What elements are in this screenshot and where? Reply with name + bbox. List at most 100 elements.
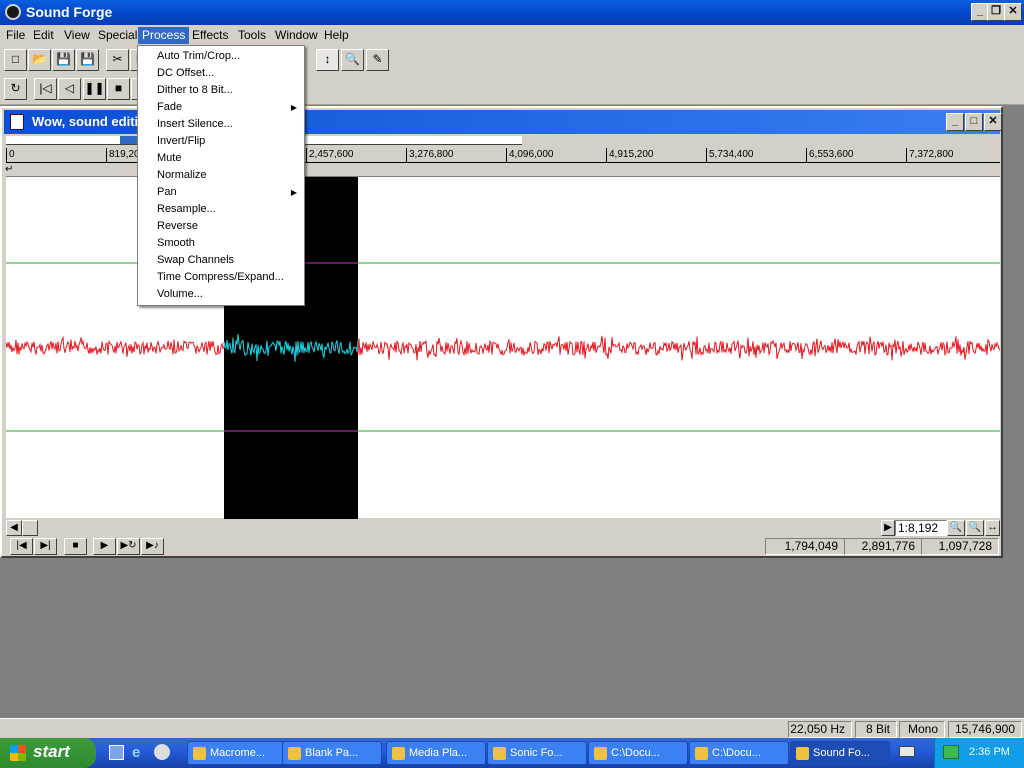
zoom-ratio-field[interactable]: 1:8,192: [895, 520, 947, 536]
ruler-label: 4,915,200: [609, 149, 654, 160]
process-menu-item[interactable]: Resample...: [139, 201, 303, 218]
process-menu-item-label: Resample...: [157, 203, 216, 215]
process-menu-item[interactable]: Pan ▶: [139, 184, 303, 201]
menu-special[interactable]: Special: [94, 27, 141, 44]
taskbar-button[interactable]: Macrome...: [187, 741, 287, 765]
quicklaunch-ie-icon[interactable]: e: [132, 744, 140, 761]
channels: Mono: [899, 721, 945, 738]
taskbar-button[interactable]: Sonic Fo...: [487, 741, 587, 765]
ruler-label: 6,553,600: [809, 149, 854, 160]
stop-button-icon[interactable]: ■: [64, 538, 87, 555]
save-icon[interactable]: 💾: [52, 49, 75, 71]
menu-file[interactable]: File: [2, 27, 29, 44]
zoom-out-icon[interactable]: 🔍: [966, 520, 984, 536]
cut-icon[interactable]: ✂: [106, 49, 129, 71]
play-normal-icon[interactable]: ▶: [93, 538, 116, 555]
taskbar-button-label: C:\Docu...: [712, 747, 761, 759]
sample-rate: 22,050 Hz: [788, 721, 852, 738]
start-button[interactable]: start: [0, 738, 96, 768]
taskbar-button[interactable]: Blank Pa...: [282, 741, 382, 765]
selection-start: 1,794,049: [765, 538, 845, 555]
document-icon: [10, 114, 24, 130]
magnify-tool-icon[interactable]: 🔍: [341, 49, 364, 71]
restore-button[interactable]: ❐: [987, 3, 1005, 21]
taskbar-button-label: Macrome...: [210, 747, 266, 759]
menu-help[interactable]: Help: [320, 27, 353, 44]
taskbar-button-label: Media Pla...: [409, 747, 468, 759]
go-to-start-icon[interactable]: |◀: [10, 538, 33, 555]
marker-icon[interactable]: ↵: [5, 164, 13, 175]
zoom-fit-icon[interactable]: ↔: [985, 520, 1000, 536]
doc-maximize-button[interactable]: □: [965, 113, 983, 131]
taskbar-app-icon: [796, 747, 809, 760]
menu-tools[interactable]: Tools: [234, 27, 270, 44]
pencil-tool-icon[interactable]: ✎: [366, 49, 389, 71]
process-menu-item[interactable]: Insert Silence...: [139, 116, 303, 133]
taskbar-app-icon: [392, 747, 405, 760]
pause-icon[interactable]: ❚❚: [83, 78, 106, 100]
play-marker-icon[interactable]: ▶♪: [141, 538, 164, 555]
sample-count: 15,746,900: [948, 721, 1022, 738]
process-menu-item-label: DC Offset...: [157, 67, 215, 79]
ruler-label: 5,734,400: [709, 149, 754, 160]
new-file-icon[interactable]: □: [4, 49, 27, 71]
process-menu-item[interactable]: Volume...: [139, 286, 303, 303]
process-menu-item[interactable]: Reverse: [139, 218, 303, 235]
taskbar-button[interactable]: C:\Docu...: [588, 741, 688, 765]
rewind-icon[interactable]: ◁: [58, 78, 81, 100]
network-tray-icon[interactable]: [943, 745, 959, 759]
menu-process[interactable]: Process: [138, 27, 190, 44]
menubar: File Edit View Special Process Effects T…: [0, 25, 1024, 45]
ruler-label: 2,457,600: [309, 149, 354, 160]
keyboard-tray-icon[interactable]: [899, 746, 915, 757]
scroll-left-icon[interactable]: ◀: [6, 520, 22, 536]
save-all-icon[interactable]: 💾: [76, 49, 99, 71]
taskbar-button[interactable]: Sound Fo...: [790, 741, 890, 765]
scroll-right-icon[interactable]: ▶: [881, 520, 895, 536]
process-menu-item[interactable]: Smooth: [139, 235, 303, 252]
process-menu-item[interactable]: Fade ▶: [139, 99, 303, 116]
process-menu-item[interactable]: Swap Channels: [139, 252, 303, 269]
ruler-label: 0: [9, 149, 15, 160]
process-menu-item-label: Normalize: [157, 169, 207, 181]
waveform-right: [357, 335, 1000, 361]
open-folder-icon[interactable]: 📂: [28, 49, 51, 71]
scroll-thumb[interactable]: [22, 520, 38, 536]
taskbar-app-icon: [193, 747, 206, 760]
process-menu-item-label: Auto Trim/Crop...: [157, 50, 241, 62]
status-bar: 22,050 Hz 8 Bit Mono 15,746,900: [0, 718, 1024, 738]
stop-icon[interactable]: ■: [107, 78, 130, 100]
process-menu-item[interactable]: Mute: [139, 150, 303, 167]
edit-tool-icon[interactable]: ↕: [316, 49, 339, 71]
process-menu-item[interactable]: DC Offset...: [139, 65, 303, 82]
process-menu-item-label: Smooth: [157, 237, 195, 249]
horizontal-scrollbar[interactable]: ◀ ▶ 1:8,192 🔍 🔍 ↔: [6, 520, 1000, 536]
menu-effects[interactable]: Effects: [188, 27, 232, 44]
process-menu-item[interactable]: Normalize: [139, 167, 303, 184]
windows-logo-icon: [10, 745, 26, 761]
process-menu-item[interactable]: Invert/Flip: [139, 133, 303, 150]
go-start-icon[interactable]: |◁: [34, 78, 57, 100]
doc-close-button[interactable]: ✕: [984, 113, 1002, 131]
doc-minimize-button[interactable]: _: [946, 113, 964, 131]
ruler-label: 4,096,000: [509, 149, 554, 160]
zoom-in-icon[interactable]: 🔍: [947, 520, 965, 536]
process-menu-item-label: Swap Channels: [157, 254, 235, 266]
bit-depth: 8 Bit: [855, 721, 897, 738]
submenu-arrow-icon: ▶: [290, 188, 297, 197]
play-looped-icon[interactable]: ▶↻: [117, 538, 140, 555]
process-menu-item[interactable]: Dither to 8 Bit...: [139, 82, 303, 99]
menu-view[interactable]: View: [60, 27, 94, 44]
loop-icon[interactable]: ↻: [4, 78, 27, 100]
menu-edit[interactable]: Edit: [29, 27, 58, 44]
menu-window[interactable]: Window: [271, 27, 322, 44]
quicklaunch-desktop-icon[interactable]: [109, 745, 124, 760]
taskbar-button[interactable]: C:\Docu...: [689, 741, 789, 765]
go-to-end-icon[interactable]: ▶|: [34, 538, 57, 555]
quicklaunch-media-icon[interactable]: [154, 744, 170, 760]
process-menu-item[interactable]: Auto Trim/Crop...: [139, 48, 303, 65]
process-menu-item[interactable]: Time Compress/Expand...: [139, 269, 303, 286]
close-button[interactable]: ✕: [1004, 3, 1022, 21]
start-label: start: [33, 742, 70, 761]
taskbar-button[interactable]: Media Pla...: [386, 741, 486, 765]
